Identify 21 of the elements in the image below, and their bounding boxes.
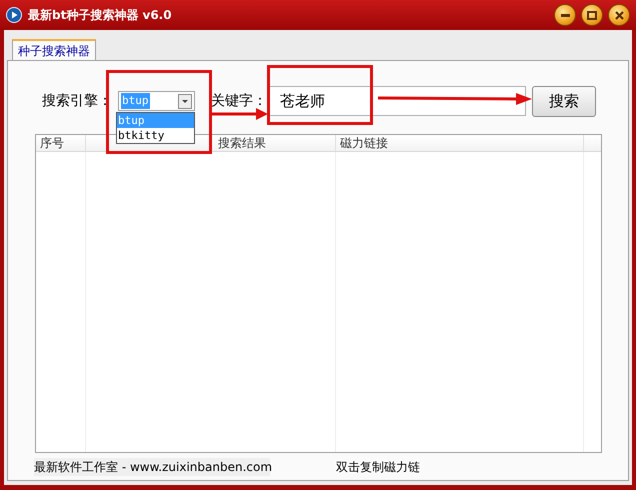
arrow-annotation <box>210 107 268 121</box>
keyword-label: 关键字： <box>211 92 268 110</box>
dropdown-option[interactable]: btkitty <box>117 128 194 143</box>
close-icon <box>614 10 624 20</box>
search-engine-label: 搜索引擎： <box>42 92 113 110</box>
copy-hint: 双击复制磁力链 <box>336 459 420 476</box>
maximize-icon <box>587 10 597 20</box>
close-button[interactable] <box>608 4 630 26</box>
studio-credit: 最新软件工作室 - www.zuixinbanben.com <box>34 458 270 476</box>
maximize-button[interactable] <box>581 4 603 26</box>
select-value: btup <box>121 92 150 110</box>
search-button[interactable]: 搜索 <box>532 86 596 116</box>
tab[interactable]: 种子搜索神器 <box>12 39 96 61</box>
keyword-field[interactable]: 苍老师 <box>269 86 526 116</box>
column-header[interactable]: 搜索结果 <box>218 135 266 151</box>
play-icon <box>6 7 22 23</box>
column-header[interactable]: 序号 <box>40 135 64 151</box>
minimize-icon <box>560 14 570 16</box>
column-header[interactable]: 磁力链接 <box>340 135 388 151</box>
window-title: 最新bt种子搜索神器 v6.0 <box>28 7 172 24</box>
minimize-button[interactable] <box>554 4 576 26</box>
